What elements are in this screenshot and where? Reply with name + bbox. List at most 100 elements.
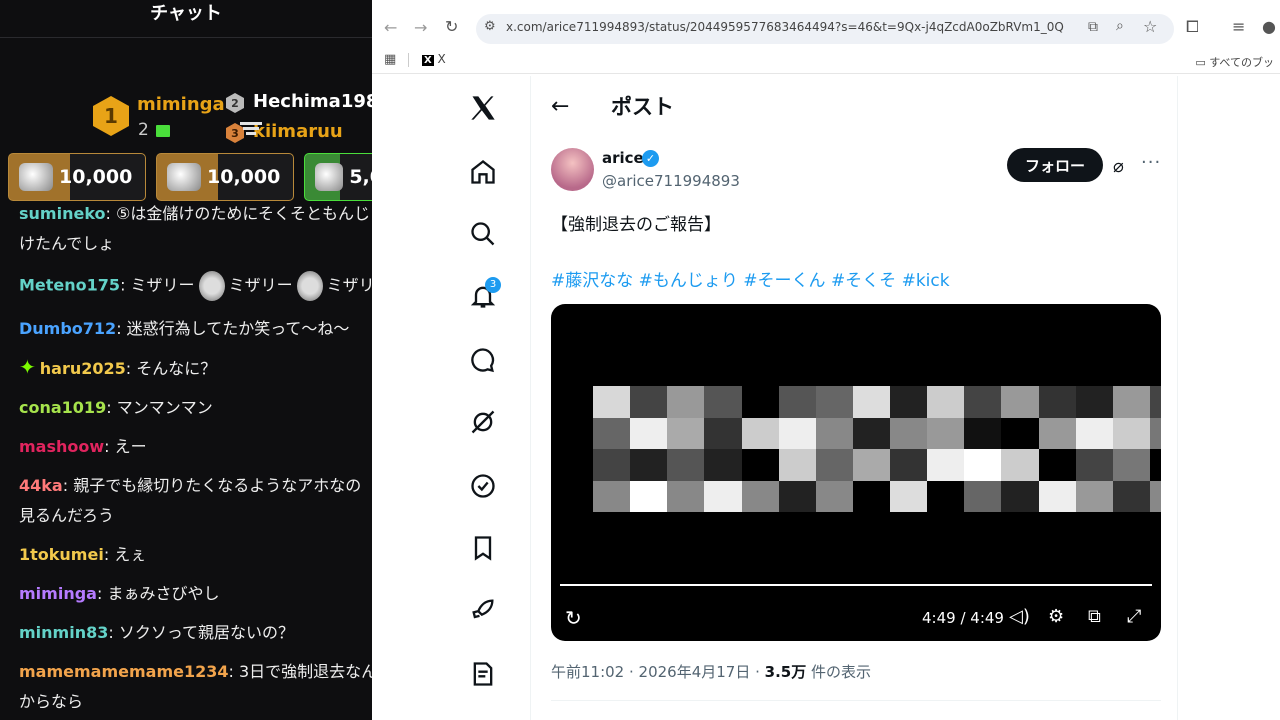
divider [408, 53, 409, 67]
site-info-icon[interactable]: ⚙ [484, 19, 496, 34]
gift-card[interactable]: 10,000 [156, 153, 294, 201]
mosaic-tile [927, 386, 965, 418]
home-icon[interactable] [469, 158, 497, 186]
chat-message: cona1019: マンマンマン [19, 398, 213, 417]
x-logo-icon[interactable] [469, 94, 497, 122]
picture-in-picture-icon[interactable]: ⧉ [1088, 606, 1101, 627]
mosaic-tile [704, 449, 742, 481]
sparkle-badge-icon: ✦ [19, 355, 36, 379]
post-hashtags[interactable]: #藤沢なな #もんじょり #そーくん #そくそ #kick [551, 266, 950, 291]
bookmark-x[interactable]: X X [422, 52, 446, 66]
x-logo-icon: X [422, 55, 434, 66]
follow-button[interactable]: フォロー [1007, 148, 1103, 182]
gift-icon [156, 125, 170, 137]
back-icon[interactable]: ← [384, 18, 397, 37]
chat-message: ✦ haru2025: そんなに？ [19, 355, 217, 379]
mosaic-tile [890, 480, 928, 512]
chat-header: チャット [0, 0, 372, 38]
mosaic-tile [1038, 449, 1076, 481]
grok-icon[interactable]: ⌀ [1113, 156, 1124, 177]
mosaic-tile [1038, 386, 1076, 418]
mosaic-tile [704, 386, 742, 418]
more-options-icon[interactable]: ··· [1141, 152, 1161, 173]
avatar[interactable] [551, 148, 594, 191]
gem-icon [315, 163, 344, 191]
emote-icon [198, 271, 225, 301]
mosaic-tile [852, 417, 890, 449]
chat-message: 44ka: 親子でも縁切りたくなるようなアホなの [19, 476, 362, 495]
chat-message: miminga: まぁみさびやし [19, 584, 220, 603]
post-metadata: 午前11:02 · 2026年4月17日 · 3.5万 件の表示 [551, 663, 872, 681]
install-icon[interactable]: ⧉ [1088, 19, 1098, 35]
censor-mosaic [593, 386, 1161, 512]
mosaic-tile [815, 449, 853, 481]
bookmark-star-icon[interactable]: ☆ [1143, 17, 1157, 36]
leaderboard-third-name[interactable]: kiimaruu [253, 121, 343, 142]
author-handle[interactable]: @arice711994893 [602, 172, 740, 190]
bookmarks-icon[interactable] [469, 534, 497, 562]
gift-leaderboard: 1 miminga 2 2 Hechima1989 3 kiimaruu [0, 38, 372, 143]
profile-icon[interactable]: ● [1262, 17, 1276, 36]
mosaic-tile [1149, 386, 1161, 418]
chat-message-continuation: けたんでしょ [19, 234, 115, 253]
mosaic-tile [1075, 480, 1113, 512]
fullscreen-icon[interactable]: ⤢ [1127, 606, 1141, 627]
mosaic-tile [964, 386, 1002, 418]
menu-list-icon[interactable]: ≡ [1232, 17, 1245, 36]
mosaic-tile [704, 417, 742, 449]
post-column: ← ポスト arice ✓ @arice711994893 フォロー ⌀ ···… [530, 76, 1178, 720]
rocket-icon[interactable] [469, 596, 497, 624]
mosaic-tile [1075, 449, 1113, 481]
gift-card[interactable]: 10,000 [8, 153, 146, 201]
chat-message-continuation: 見るんだろう [19, 506, 115, 525]
leaderboard-second-name[interactable]: Hechima1989 [253, 91, 372, 112]
apps-grid-icon[interactable]: ▦ [384, 52, 396, 67]
forward-icon[interactable]: → [414, 18, 427, 37]
zoom-icon[interactable]: ⌕ [1116, 18, 1124, 34]
mosaic-tile [927, 417, 965, 449]
chat-message: mashoow: えー [19, 437, 147, 456]
chat-message: mamemamemame1234: 3日で強制退去なんて [19, 662, 372, 681]
mosaic-tile [593, 417, 631, 449]
url-text[interactable]: x.com/arice711994893/status/204495957768… [506, 20, 1064, 34]
video-player[interactable]: ↻ 4:49 / 4:49 ◁) ⚙ ⧉ ⤢ [551, 304, 1161, 641]
mosaic-tile [1038, 480, 1076, 512]
back-arrow-icon[interactable]: ← [551, 94, 569, 119]
replay-icon[interactable]: ↻ [565, 606, 582, 630]
mosaic-tile [815, 386, 853, 418]
articles-icon[interactable] [469, 660, 497, 688]
mosaic-tile [778, 449, 816, 481]
messages-icon[interactable] [469, 346, 497, 374]
chat-message: minmin83: ソクソって親居ないの？ [19, 623, 295, 642]
video-progress-bar[interactable] [560, 584, 1152, 586]
mosaic-tile [741, 480, 779, 512]
chat-message-continuation: からなら [19, 692, 84, 711]
collapse-icon[interactable] [240, 122, 262, 138]
extensions-icon[interactable]: ⧠ [1186, 17, 1199, 37]
mosaic-tile [630, 386, 668, 418]
browser-toolbar: ← → ↻ ⚙ x.com/arice711994893/status/2044… [372, 0, 1280, 44]
mosaic-tile [593, 480, 631, 512]
leaderboard-first-name[interactable]: miminga [137, 94, 225, 115]
mosaic-tile [964, 417, 1002, 449]
gem-icon [167, 163, 201, 191]
mosaic-tile [1112, 386, 1150, 418]
reload-icon[interactable]: ↻ [445, 17, 458, 36]
mosaic-tile [890, 449, 928, 481]
video-time: 4:49 / 4:49 [922, 609, 1004, 627]
gift-card[interactable]: 5,0 [304, 153, 372, 201]
mosaic-tile [1001, 449, 1039, 481]
volume-icon[interactable]: ◁) [1009, 606, 1030, 627]
chat-message-list: sumineko: ⑤は金儲けのためにそくそともんじ けたんでしょ Meteno… [0, 202, 372, 720]
chat-message: 1tokumei: えぇ [19, 545, 147, 564]
author-name[interactable]: arice [602, 149, 644, 167]
verified-orgs-icon[interactable] [469, 472, 497, 500]
mosaic-tile [1001, 480, 1039, 512]
notifications-icon[interactable]: 3 [469, 277, 501, 310]
rank-1-badge: 1 [93, 96, 129, 136]
mosaic-tile [1149, 417, 1161, 449]
bookmark-folder[interactable]: ▭ すべてのブッ [1195, 54, 1274, 70]
grok-icon[interactable] [469, 408, 497, 436]
search-icon[interactable] [469, 220, 497, 248]
settings-icon[interactable]: ⚙ [1048, 606, 1064, 627]
